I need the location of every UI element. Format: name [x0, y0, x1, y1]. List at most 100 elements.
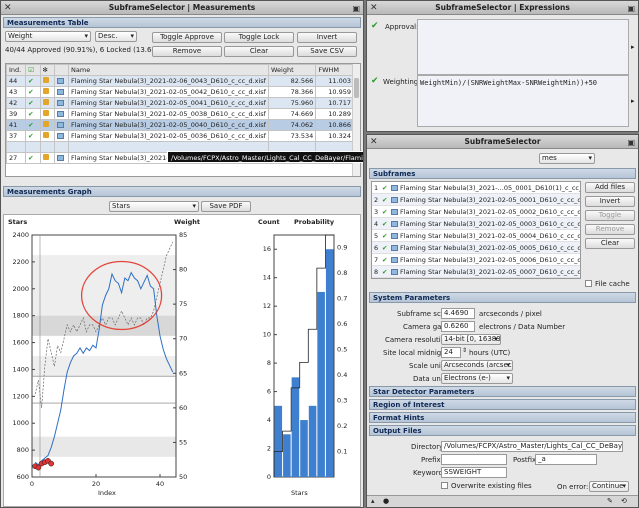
col-fwhm[interactable]: FWHM [315, 64, 354, 76]
locked-cell[interactable] [39, 97, 56, 109]
approved-cell[interactable]: ✔ [25, 130, 41, 142]
measurements-graph-section[interactable]: Measurements Graph [3, 186, 361, 197]
graph-property-select[interactable]: Stars [109, 201, 199, 212]
overwrite-checkbox[interactable] [441, 482, 448, 489]
table-row[interactable]: 37 ✔ Flaming Star Nebula(3)_2021-02-05_003… [6, 130, 354, 142]
locked-cell[interactable] [39, 141, 56, 153]
save-csv-button[interactable]: Save CSV [297, 46, 357, 57]
camera-gain-input[interactable]: 0.6260 [441, 321, 475, 332]
close-icon[interactable]: ✕ [370, 136, 378, 149]
spinner-icon[interactable]: ⇕ [462, 347, 467, 354]
list-item[interactable]: 1 ✔ Flaming Star Nebula(3)_2021-...05_0001… [372, 182, 580, 194]
table-row[interactable]: 39 ✔ Flaming Star Nebula(3)_2021-02-05_003… [6, 108, 354, 120]
rejected-point[interactable] [48, 460, 55, 467]
check-icon[interactable]: ✔ [382, 230, 391, 242]
approved-cell[interactable]: ✔ [25, 86, 41, 98]
check-icon[interactable]: ✔ [382, 218, 391, 230]
directory-input[interactable]: /Volumes/FCPX/Astro_Master/Lights_Cal_CC… [441, 441, 623, 452]
window-menu-icon[interactable]: ▣ [627, 136, 635, 149]
subframe-scale-input[interactable]: 4.4690 [441, 308, 475, 319]
table-row[interactable]: 44 ✔ Flaming Star Nebula(3)_2021-02-06_004… [6, 75, 354, 87]
check-icon[interactable]: ✔ [382, 194, 391, 206]
toggle-approve-button[interactable]: Toggle Approve [152, 32, 222, 43]
apply-global-icon[interactable]: ● [383, 497, 389, 505]
table-row[interactable]: 41 ✔ Flaming Star Nebula(3)_2021-02-05_004… [6, 119, 354, 131]
locked-cell[interactable] [39, 152, 56, 164]
expand-icon[interactable]: ▸ [631, 43, 635, 51]
locked-cell[interactable] [39, 75, 56, 87]
col-name[interactable]: Name [68, 64, 269, 76]
system-parameters-section[interactable]: System Parameters [369, 292, 636, 303]
col-weight[interactable]: Weight [267, 64, 317, 76]
col-file-icon[interactable] [54, 64, 70, 76]
output-files-section[interactable]: Output Files [369, 425, 636, 436]
data-unit-select[interactable]: Electrons (e-) [441, 373, 513, 384]
subframes-section[interactable]: Subframes [369, 168, 636, 179]
approved-cell[interactable]: ✔ [25, 108, 41, 120]
invert-button[interactable]: Invert [297, 32, 357, 43]
close-icon[interactable]: ✕ [4, 2, 12, 15]
list-item[interactable]: 5 ✔ Flaming Star Nebula(3)_2021-02-05_0004… [372, 230, 580, 242]
expressions-titlebar[interactable]: ✕ SubframeSelector | Expressions ▣ [367, 1, 638, 15]
list-item[interactable]: 8 ✔ Flaming Star Nebula(3)_2021-02-05_0007… [372, 266, 580, 278]
keyword-input[interactable]: SSWEIGHT [441, 467, 507, 478]
list-item[interactable]: 4 ✔ Flaming Star Nebula(3)_2021-02-05_0003… [372, 218, 580, 230]
window-menu-icon[interactable]: ▣ [627, 2, 635, 15]
approved-cell[interactable]: ✔ [25, 75, 41, 87]
save-pdf-button[interactable]: Save PDF [201, 201, 251, 212]
check-icon[interactable]: ✔ [382, 266, 391, 278]
locked-cell[interactable] [39, 130, 56, 142]
list-item[interactable]: 6 ✔ Flaming Star Nebula(3)_2021-02-05_0005… [372, 242, 580, 254]
new-instance-icon[interactable]: ▴ [371, 497, 375, 505]
measurements-table-section[interactable]: Measurements Table [3, 17, 361, 28]
check-icon[interactable]: ✔ [382, 254, 391, 266]
remove-button[interactable]: Remove [152, 46, 222, 57]
approved-cell[interactable]: ✔ [25, 97, 41, 109]
list-item[interactable]: 3 ✔ Flaming Star Nebula(3)_2021-02-05_0002… [372, 206, 580, 218]
locked-cell[interactable] [39, 108, 56, 120]
scale-unit-select[interactable]: Arcseconds (arcsec) [441, 360, 513, 371]
format-hints-section[interactable]: Format Hints [369, 412, 636, 423]
expand-icon[interactable]: ▸ [631, 97, 635, 105]
star-detector-section[interactable]: Star Detector Parameters [369, 386, 636, 397]
invert-button[interactable]: Invert [585, 196, 635, 207]
routine-select[interactable]: mes [539, 153, 595, 164]
locked-cell[interactable] [39, 119, 56, 131]
col-index[interactable]: Ind. [6, 64, 27, 76]
site-midnight-input[interactable]: 24 [441, 347, 461, 358]
file-cache-checkbox[interactable] [585, 280, 592, 287]
close-icon[interactable]: ✕ [370, 2, 378, 15]
add-files-button[interactable]: Add files [585, 182, 635, 193]
weighting-expression[interactable]: WeightMin)/(SNRWeightMax-SNRWeightMin))+… [417, 75, 629, 127]
toggle-lock-button[interactable]: Toggle Lock [224, 32, 294, 43]
locked-cell[interactable] [39, 86, 56, 98]
approved-cell[interactable]: ✔ [25, 119, 41, 131]
remove-button[interactable]: Remove [585, 224, 635, 235]
approval-expression[interactable] [417, 19, 629, 75]
check-icon[interactable]: ✔ [382, 182, 391, 194]
approved-cell[interactable] [25, 141, 41, 153]
table-row[interactable]: 42 ✔ Flaming Star Nebula(3)_2021-02-05_004… [6, 97, 354, 109]
sort-property-select[interactable]: Weight [5, 31, 91, 42]
approved-cell[interactable]: ✔ [25, 152, 41, 164]
reset-icon[interactable]: ⟲ [621, 497, 627, 505]
toggle-button[interactable]: Toggle [585, 210, 635, 221]
clear-button[interactable]: Clear [224, 46, 294, 57]
camera-resolution-select[interactable]: 14-bit [0, 16383] [441, 334, 501, 345]
col-approved-icon[interactable]: ☑ [25, 64, 41, 76]
postfix-input[interactable]: _a [535, 454, 597, 465]
region-of-interest-section[interactable]: Region of Interest [369, 399, 636, 410]
window-menu-icon[interactable]: ▣ [352, 2, 360, 15]
measurements-titlebar[interactable]: ✕ SubframeSelector | Measurements ▣ [1, 1, 363, 15]
list-item[interactable]: 2 ✔ Flaming Star Nebula(3)_2021-02-05_0001… [372, 194, 580, 206]
table-row[interactable]: 43 ✔ Flaming Star Nebula(3)_2021-02-05_004… [6, 86, 354, 98]
on-error-select[interactable]: Continue [589, 481, 629, 492]
list-item[interactable]: 7 ✔ Flaming Star Nebula(3)_2021-02-05_0006… [372, 254, 580, 266]
check-icon[interactable]: ✔ [382, 206, 391, 218]
sort-order-select[interactable]: Desc. [95, 31, 137, 42]
check-icon[interactable]: ✔ [382, 242, 391, 254]
col-locked-icon[interactable]: ✻ [39, 64, 56, 76]
prefix-input[interactable] [441, 454, 507, 465]
clear-button[interactable]: Clear [585, 238, 635, 249]
ss-titlebar[interactable]: ✕ SubframeSelector ▣ [367, 135, 638, 149]
